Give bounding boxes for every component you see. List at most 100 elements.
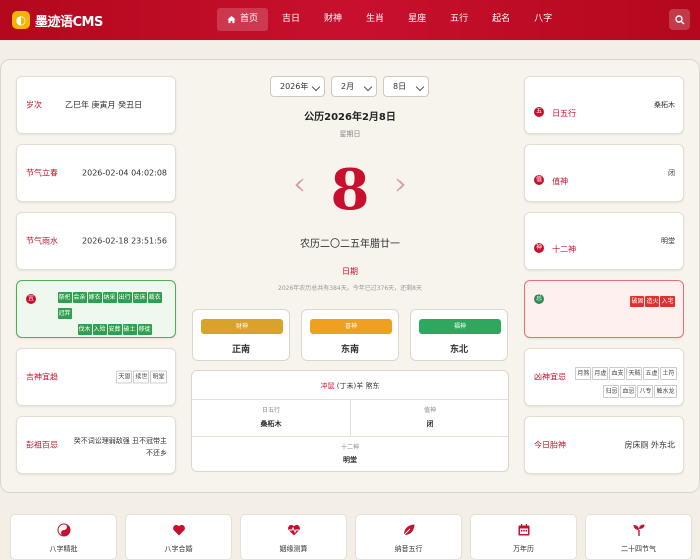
yi-tag: 嫁衣 (87, 292, 102, 303)
xiongsha-tag: 五虚 (643, 367, 660, 380)
suici-card: 岁次 乙巳年 庚寅月 癸丑日 (16, 76, 176, 134)
taishen-label: 今日胎神 (534, 440, 566, 450)
jieqi-yushui-label: 节气雨水 (26, 236, 58, 246)
yi-tag: 祭祀 (57, 292, 72, 303)
xiongsha-card: 凶神宜忌 月煞 月虚 血支 天贼 五虚 土符 归忌 血忌 八专 触水龙 (524, 348, 684, 406)
xishen-card: 喜神 东南 (301, 309, 399, 361)
xiongsha-tag: 归忌 (603, 385, 620, 398)
shier-shen-header: 神 十二神 (534, 237, 576, 256)
nav-item-jiri[interactable]: 吉日 (272, 8, 310, 31)
heart-icon (172, 524, 185, 536)
year-select-value: 2026年 (280, 82, 309, 91)
search-button[interactable] (669, 9, 690, 30)
nav-item-shengxiao[interactable]: 生肖 (356, 8, 394, 31)
big-day-number: 8 (330, 157, 370, 223)
ji-card: 忌 破固 造火 入宅 (524, 280, 684, 338)
caishen-direction: 正南 (231, 345, 250, 355)
zhishen-badge: 值 (534, 174, 544, 185)
zhishen-header: 值 值神 (534, 169, 568, 188)
chong-line: 冲鼠 (丁未)羊 煞东 (192, 381, 508, 391)
chong-card: 冲鼠 (丁未)羊 煞东 日五行 桑柘木 值神 闭 十二神 明堂 (191, 370, 509, 472)
wuxing-card: 五 日五行 桑柘木 (524, 76, 684, 134)
chong-shishen-value: 明堂 (343, 456, 357, 464)
fushen-direction: 东北 (449, 345, 468, 355)
year-select[interactable]: 2026年 (270, 76, 325, 97)
shortcut-label: 万年历 (513, 545, 534, 553)
pengzu-card: 彭祖百忌 癸不词讼理弱敌强 丑不冠带主 不还乡 (16, 416, 176, 474)
search-icon (674, 14, 684, 24)
xiongsha-label: 凶神宜忌 (534, 372, 566, 382)
xiongsha-tag: 月虚 (592, 367, 609, 380)
month-select-value: 2月 (341, 82, 355, 91)
yi-tag: 安葬 (107, 324, 122, 335)
shortcut-jieqi[interactable]: 二十四节气 (585, 514, 692, 560)
nav-item-xingzuo[interactable]: 星座 (398, 8, 436, 31)
pengzu-value: 癸不词讼理弱敌强 丑不冠带主 不还乡 (74, 435, 167, 459)
year-progress-info: 2026年农历总共有384天。今年已过376天，还剩8天 (278, 285, 422, 292)
wuxing-header: 五 日五行 (534, 101, 576, 120)
chevron-down-icon (311, 82, 321, 92)
day-select[interactable]: 8日 (383, 76, 429, 97)
zhishen-card: 值 值神 闭 (524, 144, 684, 202)
xishen-direction: 东南 (340, 345, 359, 355)
yi-tag: 出行 (117, 292, 132, 303)
shortcut-bazi-jingpi[interactable]: 八字精批 (10, 514, 117, 560)
fushen-pill: 福神 (419, 319, 501, 334)
brand-logo[interactable]: ◐ 墨迹语CMS (12, 11, 103, 30)
nav-item-label: 首页 (240, 14, 259, 24)
xiongsha-tags: 月煞 月虚 血支 天贼 五虚 土符 归忌 血忌 八专 触水龙 (567, 363, 677, 399)
leaf-icon (403, 524, 414, 536)
yi-tag: 纳采 (102, 292, 117, 303)
nav-item-wuxing[interactable]: 五行 (440, 8, 478, 31)
nav-item-qiming[interactable]: 起名 (482, 8, 520, 31)
wuxing-value: 桑柘木 (654, 101, 675, 109)
xiongsha-tag: 月煞 (575, 367, 592, 380)
pengzu-value-line2: 不还乡 (146, 449, 167, 457)
ri-title: 日期 (342, 267, 358, 276)
xiongsha-tag: 血忌 (620, 385, 637, 398)
shortcut-wannianli[interactable]: 万年历 (470, 514, 577, 560)
next-day-icon[interactable] (394, 178, 406, 192)
jieqi-lichun-value: 2026-02-04 04:02:08 (82, 168, 167, 178)
xiongsha-tag: 土符 (660, 367, 677, 380)
ji-tag: 入宅 (660, 296, 675, 307)
xiongsha-tag: 天贼 (626, 367, 643, 380)
shier-shen-value: 明堂 (661, 237, 675, 245)
calendar-icon (518, 524, 529, 536)
zhishen-value: 闭 (668, 169, 675, 177)
shortcut-nayin[interactable]: 纳音五行 (355, 514, 462, 560)
chong-zhishen-value: 闭 (426, 420, 434, 428)
nav-item-caishen[interactable]: 财神 (314, 8, 352, 31)
chevron-down-icon (415, 82, 425, 92)
ji-tags: 破固 造火 入宅 (630, 288, 675, 308)
nav-item-bazi[interactable]: 八字 (524, 8, 562, 31)
month-select[interactable]: 2月 (331, 76, 377, 97)
chevron-down-icon (363, 82, 373, 92)
ji-tag: 破固 (630, 296, 645, 307)
jieqi-yushui-value: 2026-02-18 23:51:56 (82, 236, 167, 246)
taishen-card: 今日胎神 房床厕 外东北 (524, 416, 684, 474)
top-header: ◐ 墨迹语CMS 首页 吉日 财神 生肖 星座 五行 起名 八字 (0, 0, 700, 40)
chong-shishen-label: 十二神 (340, 444, 359, 451)
nav-item-home[interactable]: 首页 (217, 8, 269, 31)
jishen-tag: 续世 (133, 370, 150, 384)
xiongsha-tag: 血支 (609, 367, 626, 380)
yi-tags: 祭祀 会亲 嫁衣 纳采 出行 安床 裁衣冠笄 伐木 入殓 安葬 破土 移徙 (57, 288, 175, 336)
chong-detail: (丁未)羊 煞东 (336, 382, 380, 390)
zhishen-label: 值神 (552, 177, 569, 186)
shier-shen-card: 神 十二神 明堂 (524, 212, 684, 270)
shortcut-bazi-hehun[interactable]: 八字合婚 (125, 514, 232, 560)
yi-card: 宜 祭祀 会亲 嫁衣 纳采 出行 安床 裁衣冠笄 伐木 入殓 安葬 破土 移徙 (16, 280, 176, 338)
jishen-card: 吉神宜趋 天恩 续世 明堂 (16, 348, 176, 406)
weekday: 星期日 (339, 130, 361, 138)
yi-tag: 安床 (132, 292, 147, 303)
xiongsha-tag: 八专 (637, 385, 654, 398)
chong-wuxing-value: 桑柘木 (260, 420, 282, 428)
caishen-pill: 财神 (201, 319, 283, 334)
yi-tag: 冠笄 (57, 308, 72, 319)
day-select-value: 8日 (393, 82, 407, 91)
shortcut-yinyuan[interactable]: 姻缘测算 (240, 514, 347, 560)
yi-badge: 宜 (26, 294, 36, 304)
jieqi-lichun-card: 节气立春 2026-02-04 04:02:08 (16, 144, 176, 202)
ji-badge: 忌 (534, 294, 544, 304)
